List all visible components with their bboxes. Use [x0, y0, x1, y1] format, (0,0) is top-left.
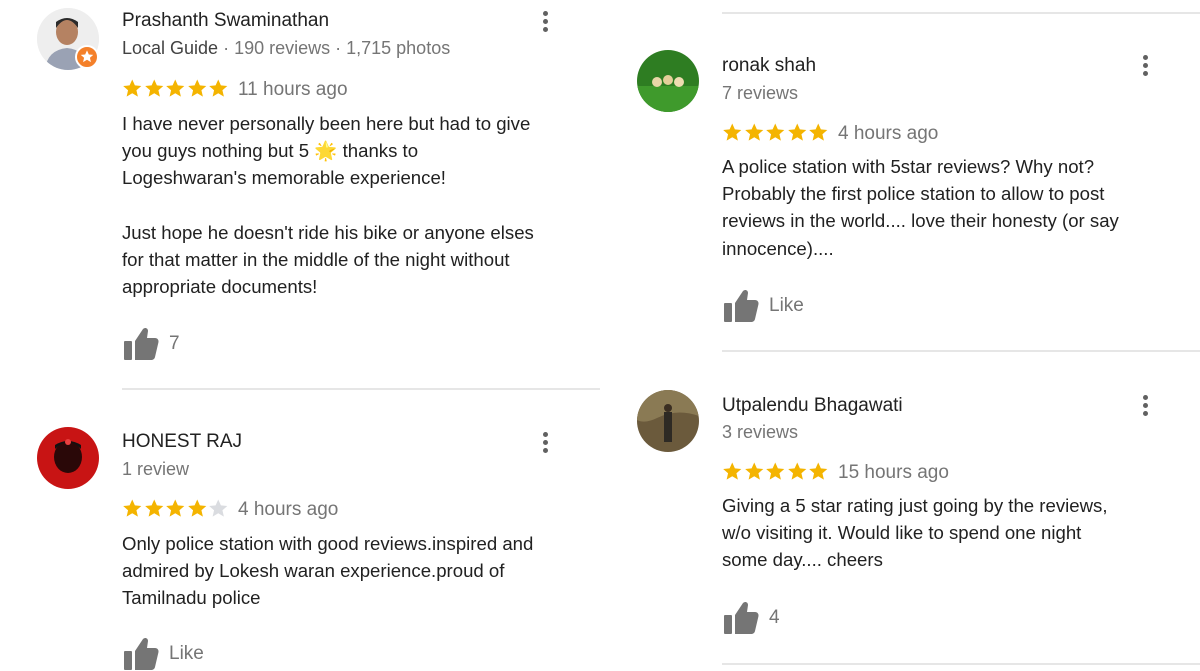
star-filled-icon: [787, 461, 808, 482]
like-button[interactable]: 7: [123, 327, 180, 361]
star-filled-icon: [787, 122, 808, 143]
avatar-photo-icon: [637, 50, 699, 112]
star-filled-icon: [765, 461, 786, 482]
thumbs-up-icon: [123, 637, 159, 671]
thumbs-up-icon: [123, 327, 159, 361]
star-filled-icon: [808, 461, 829, 482]
star-filled-icon: [122, 78, 143, 99]
star-filled-icon: [765, 122, 786, 143]
divider: [122, 388, 600, 390]
star-filled-icon: [808, 122, 829, 143]
star-filled-icon: [187, 498, 208, 519]
review-text: A police station with 5star reviews? Why…: [722, 156, 1119, 259]
reviewer-name[interactable]: HONEST RAJ: [122, 431, 242, 453]
more-options-button[interactable]: [1142, 395, 1148, 419]
like-button[interactable]: 4: [723, 601, 780, 635]
star-filled-icon: [165, 78, 186, 99]
like-button[interactable]: Like: [723, 289, 804, 323]
more-options-button[interactable]: [542, 432, 548, 456]
review-time: 15 hours ago: [838, 462, 949, 483]
thumbs-up-icon: [723, 601, 759, 635]
star-filled-icon: [744, 461, 765, 482]
reviewer-name[interactable]: Prashanth Swaminathan: [122, 10, 329, 32]
star-filled-icon: [722, 461, 743, 482]
like-count: 4: [769, 607, 780, 628]
local-guide-label: Local Guide: [122, 38, 219, 58]
reviewer-meta: 7 reviews: [722, 83, 799, 103]
review-text: Giving a 5 star rating just going by the…: [722, 495, 1108, 571]
divider: [722, 663, 1200, 665]
divider: [722, 12, 1200, 14]
star-rating: [122, 78, 229, 100]
reviewer-stats: · 190 reviews · 1,715 photos: [218, 38, 451, 58]
local-guide-badge-icon: [75, 45, 99, 69]
star-filled-icon: [122, 498, 143, 519]
reviewer-meta: 3 reviews: [722, 422, 799, 442]
star-filled-icon: [165, 498, 186, 519]
reviewer-meta: Local Guide · 190 reviews · 1,715 photos: [122, 38, 450, 59]
like-count: 7: [169, 333, 180, 354]
more-options-button[interactable]: [542, 11, 548, 35]
avatar[interactable]: [37, 427, 99, 489]
review-time: 4 hours ago: [238, 499, 339, 520]
review-text: Only police station with good reviews.in…: [122, 533, 534, 609]
avatar-photo-icon: [637, 390, 699, 452]
star-empty-icon: [208, 498, 229, 519]
reviewer-name[interactable]: Utpalendu Bhagawati: [722, 395, 903, 417]
review-time: 11 hours ago: [238, 79, 348, 100]
star-filled-icon: [187, 78, 208, 99]
like-button[interactable]: Like: [123, 637, 204, 671]
more-options-button[interactable]: [1142, 55, 1148, 79]
star-rating: [722, 122, 829, 144]
star-filled-icon: [144, 78, 165, 99]
divider: [722, 350, 1200, 352]
review-text: I have never personally been here but ha…: [122, 113, 534, 298]
star-filled-icon: [744, 122, 765, 143]
reviewer-name[interactable]: ronak shah: [722, 55, 816, 77]
avatar[interactable]: [637, 390, 699, 452]
like-count: Like: [769, 295, 804, 316]
star-filled-icon: [208, 78, 229, 99]
like-count: Like: [169, 643, 204, 664]
avatar[interactable]: [637, 50, 699, 112]
thumbs-up-icon: [723, 289, 759, 323]
reviewer-meta: 1 review: [122, 459, 190, 479]
star-rating: [122, 498, 229, 520]
star-filled-icon: [144, 498, 165, 519]
star-filled-icon: [722, 122, 743, 143]
review-time: 4 hours ago: [838, 123, 939, 144]
avatar-photo-icon: [37, 427, 99, 489]
star-rating: [722, 461, 829, 483]
